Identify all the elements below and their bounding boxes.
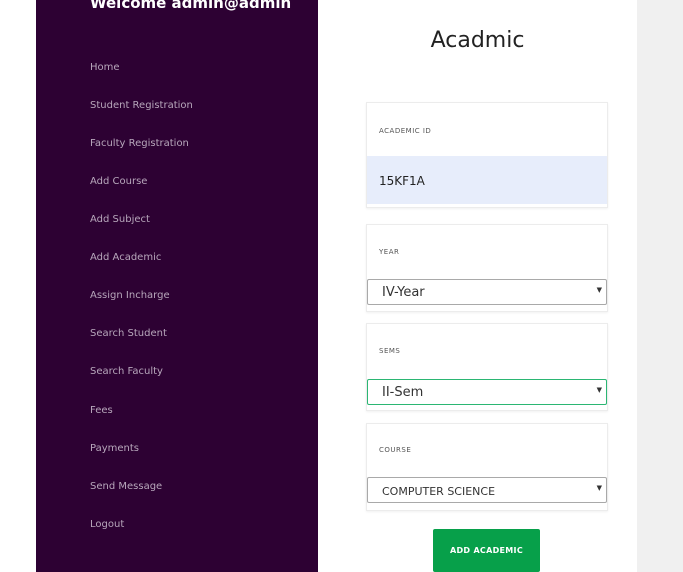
sidebar-item-fees[interactable]: Fees [90,405,113,416]
sidebar-item-faculty-registration[interactable]: Faculty Registration [90,138,189,149]
sidebar-item-add-academic[interactable]: Add Academic [90,252,161,263]
academic-id-field[interactable]: 15KF1A [367,156,607,204]
sidebar-item-assign-incharge[interactable]: Assign Incharge [90,290,170,301]
sidebar-item-add-subject[interactable]: Add Subject [90,214,150,225]
sidebar-item-logout[interactable]: Logout [90,519,124,530]
chevron-down-icon: ▼ [596,484,602,492]
welcome-text: Welcome admin@admin [90,0,292,12]
sidebar-item-search-faculty[interactable]: Search Faculty [90,366,163,377]
add-academic-button[interactable]: ADD ACADEMIC [433,529,540,572]
sidebar-item-send-message[interactable]: Send Message [90,481,162,492]
main-panel: Acadmic ACADEMIC ID 15KF1A YEAR IV-Year … [318,0,637,572]
sidebar: Welcome admin@admin Home Student Registr… [36,0,318,572]
year-card: YEAR IV-Year ▼ [366,224,608,312]
academic-id-card: ACADEMIC ID 15KF1A [366,102,608,208]
year-select-value: IV-Year [382,285,425,300]
sems-card: SEMS II-Sem ▼ [366,323,608,411]
academic-id-label: ACADEMIC ID [379,127,432,135]
course-label: COURSE [379,446,412,454]
left-margin [0,0,36,572]
sidebar-item-home[interactable]: Home [90,62,120,73]
sems-select-value: II-Sem [382,385,424,400]
sidebar-item-search-student[interactable]: Search Student [90,328,167,339]
page-title: Acadmic [430,28,525,53]
course-card: COURSE COMPUTER SCIENCE ▼ [366,423,608,511]
sidebar-item-student-registration[interactable]: Student Registration [90,100,193,111]
right-margin [637,0,683,572]
course-select-value: COMPUTER SCIENCE [382,485,496,498]
sidebar-item-payments[interactable]: Payments [90,443,139,454]
sems-label: SEMS [379,347,401,355]
year-select[interactable]: IV-Year ▼ [367,279,607,305]
year-label: YEAR [379,248,400,256]
chevron-down-icon: ▼ [596,386,602,394]
course-select[interactable]: COMPUTER SCIENCE ▼ [367,477,607,503]
chevron-down-icon: ▼ [596,286,602,294]
sems-select[interactable]: II-Sem ▼ [367,379,607,405]
sidebar-item-add-course[interactable]: Add Course [90,176,147,187]
